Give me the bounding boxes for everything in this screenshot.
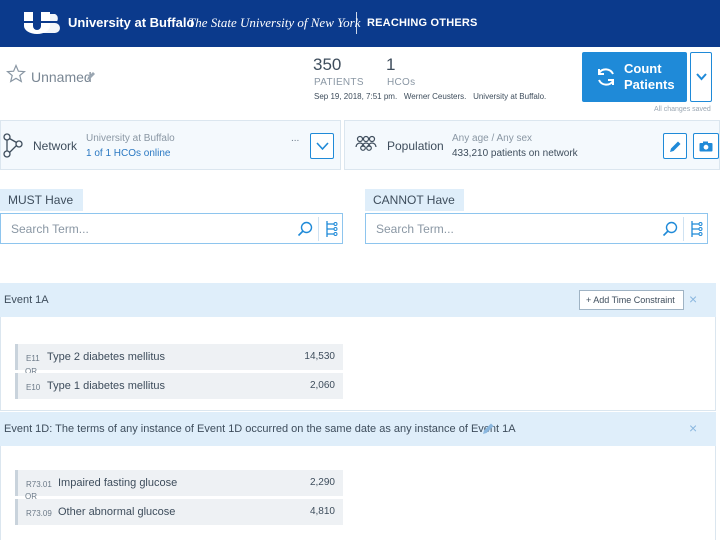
header-divider <box>356 12 357 34</box>
hcos-label: HCOs <box>387 77 416 88</box>
pencil-icon <box>670 141 681 152</box>
patients-label: PATIENTS <box>314 77 364 88</box>
network-title: Network <box>33 139 78 153</box>
event-1a-body: E11 Type 2 diabetes mellitus 14,530 OR E… <box>0 317 716 411</box>
term-row[interactable]: R73.09 Other abnormal glucose 4,810 <box>15 499 343 525</box>
population-camera-button[interactable] <box>693 133 719 159</box>
pencil-icon[interactable] <box>482 422 495 435</box>
count-label-line2: Patients <box>624 77 675 92</box>
network-status: 1 of 1 HCOs online <box>86 148 171 159</box>
save-status: All changes saved <box>654 106 711 113</box>
term-code: E11 <box>26 354 40 363</box>
hcos-count: 1 <box>386 55 396 74</box>
event-1d-header: Event 1D: The terms of any instance of E… <box>0 412 716 446</box>
university-name: University at Buffalo <box>68 15 195 30</box>
search-divider <box>318 217 319 241</box>
query-author: Werner Ceusters. <box>403 92 467 101</box>
must-have-search-input[interactable]: Search Term... <box>11 222 89 236</box>
term-code: E10 <box>26 383 41 392</box>
cannot-have-search[interactable]: Search Term... <box>365 213 708 244</box>
population-panel[interactable]: Population Any age / Any sex 433,210 pat… <box>344 120 720 170</box>
people-icon <box>355 135 377 151</box>
network-name: University at Buffalo <box>86 133 175 144</box>
must-have-tab[interactable]: MUST Have <box>0 189 83 211</box>
search-divider <box>683 217 684 241</box>
event-title: Event 1A <box>4 294 49 306</box>
query-meta: Sep 19, 2018, 7:51 pm. Werner Ceusters. … <box>314 92 546 101</box>
term-count: 4,810 <box>309 506 335 517</box>
network-panel[interactable]: Network University at Buffalo 1 of 1 HCO… <box>0 120 341 170</box>
chevron-down-icon <box>696 73 707 81</box>
search-icon[interactable] <box>662 221 678 237</box>
search-icon[interactable] <box>297 221 313 237</box>
term-row[interactable]: E10 Type 1 diabetes mellitus 2,060 <box>15 373 343 399</box>
favorite-star-icon[interactable] <box>6 64 26 84</box>
population-edit-button[interactable] <box>663 133 687 159</box>
population-title: Population <box>387 139 444 153</box>
hierarchy-browse-icon[interactable] <box>324 220 338 238</box>
add-time-constraint-button[interactable]: + Add Time Constraint <box>579 290 684 310</box>
ub-logo-icon <box>22 12 64 34</box>
term-name: Type 1 diabetes mellitus <box>47 380 166 392</box>
close-icon[interactable]: × <box>689 291 697 307</box>
term-count: 2,060 <box>309 380 335 391</box>
patients-count: 350 <box>313 55 342 74</box>
query-institution: University at Buffalo. <box>473 92 547 101</box>
university-subtitle: The State University of New York <box>188 15 361 30</box>
term-count: 2,290 <box>309 477 335 488</box>
close-icon[interactable]: × <box>689 420 697 436</box>
count-label-line1: Count <box>624 61 662 76</box>
count-options-dropdown[interactable] <box>690 52 712 102</box>
header-tagline: REACHING OTHERS <box>367 17 478 29</box>
chevron-down-icon <box>316 142 329 151</box>
count-patients-button[interactable]: Count Patients <box>582 52 687 102</box>
event-1a-header: Event 1A + Add Time Constraint × <box>0 283 716 317</box>
refresh-icon <box>598 68 614 86</box>
query-date: Sep 19, 2018, 7:51 pm. <box>314 92 398 101</box>
term-row[interactable]: R73.01 Impaired fasting glucose 2,290 <box>15 470 343 496</box>
term-row[interactable]: E11 Type 2 diabetes mellitus 14,530 <box>15 344 343 370</box>
query-name[interactable]: Unnamed <box>31 69 92 85</box>
population-count: 433,210 patients on network <box>452 148 578 159</box>
top-banner: University at Buffalo The State Universi… <box>0 0 720 47</box>
cannot-have-tab[interactable]: CANNOT Have <box>365 189 464 211</box>
term-name: Other abnormal glucose <box>58 506 176 518</box>
term-code: R73.01 <box>26 480 52 489</box>
network-more[interactable]: ... <box>291 133 299 144</box>
must-have-search[interactable]: Search Term... <box>0 213 343 244</box>
event-title: Event 1D: The terms of any instance of E… <box>4 423 516 435</box>
term-name: Impaired fasting glucose <box>58 477 178 489</box>
network-expand-button[interactable] <box>310 133 334 159</box>
term-name: Type 2 diabetes mellitus <box>47 351 166 363</box>
event-1d-body: R73.01 Impaired fasting glucose 2,290 OR… <box>0 446 716 540</box>
term-code: R73.09 <box>26 509 52 518</box>
network-icon <box>3 133 23 158</box>
hierarchy-browse-icon[interactable] <box>689 220 703 238</box>
term-count: 14,530 <box>304 351 335 362</box>
edit-name-pencil-icon[interactable] <box>86 71 96 81</box>
population-criteria: Any age / Any sex <box>452 133 533 144</box>
camera-icon <box>699 141 713 152</box>
cannot-have-search-input[interactable]: Search Term... <box>376 222 454 236</box>
count-patients-label: Count Patients <box>624 61 684 93</box>
